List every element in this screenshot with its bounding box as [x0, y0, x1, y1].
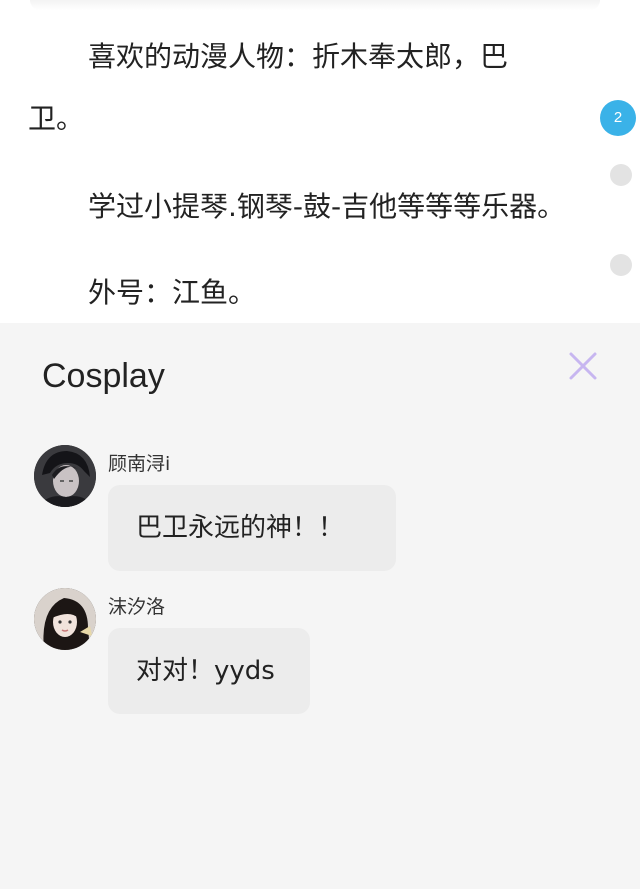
paragraph-line: 外号：江鱼。: [88, 276, 257, 309]
comment-count-badge[interactable]: 2: [600, 100, 636, 136]
comment-author[interactable]: 沫汐洛: [108, 592, 165, 619]
paragraph-line: 卫。: [28, 102, 85, 135]
comment-bubble[interactable]: 对对！yyds: [108, 628, 310, 714]
avatar[interactable]: [34, 445, 96, 507]
comment-indicator-dot[interactable]: [610, 254, 632, 276]
comment-indicator-dot[interactable]: [610, 164, 632, 186]
avatar[interactable]: [34, 588, 96, 650]
article-paragraph: 喜欢的动漫人物：折木奉太郎，巴 卫。: [28, 26, 588, 150]
comment-author[interactable]: 顾南浔i: [108, 449, 170, 476]
avatar-image: [34, 445, 96, 507]
article-content: 喜欢的动漫人物：折木奉太郎，巴 卫。 学过小提琴.钢琴-鼓-吉他等等等乐器。 外…: [0, 0, 640, 323]
comments-panel: Cosplay 顾南浔i 巴卫永远的神！！ 沫汐洛 对对！yyds: [0, 323, 640, 889]
article-paragraph: 学过小提琴.钢琴-鼓-吉他等等等乐器。: [28, 176, 588, 238]
comment-bubble[interactable]: 巴卫永远的神！！: [108, 485, 396, 571]
page: 喜欢的动漫人物：折木奉太郎，巴 卫。 学过小提琴.钢琴-鼓-吉他等等等乐器。 外…: [0, 0, 640, 889]
paragraph-line: 喜欢的动漫人物：折木奉太郎，巴: [88, 40, 509, 73]
paragraph-line: 学过小提琴.钢琴-鼓-吉他等等等乐器。: [88, 190, 566, 223]
close-icon: [569, 352, 597, 380]
avatar-image: [34, 588, 96, 650]
article-paragraph: 外号：江鱼。: [28, 262, 588, 324]
panel-title: Cosplay: [42, 357, 165, 395]
close-button[interactable]: [566, 349, 600, 383]
